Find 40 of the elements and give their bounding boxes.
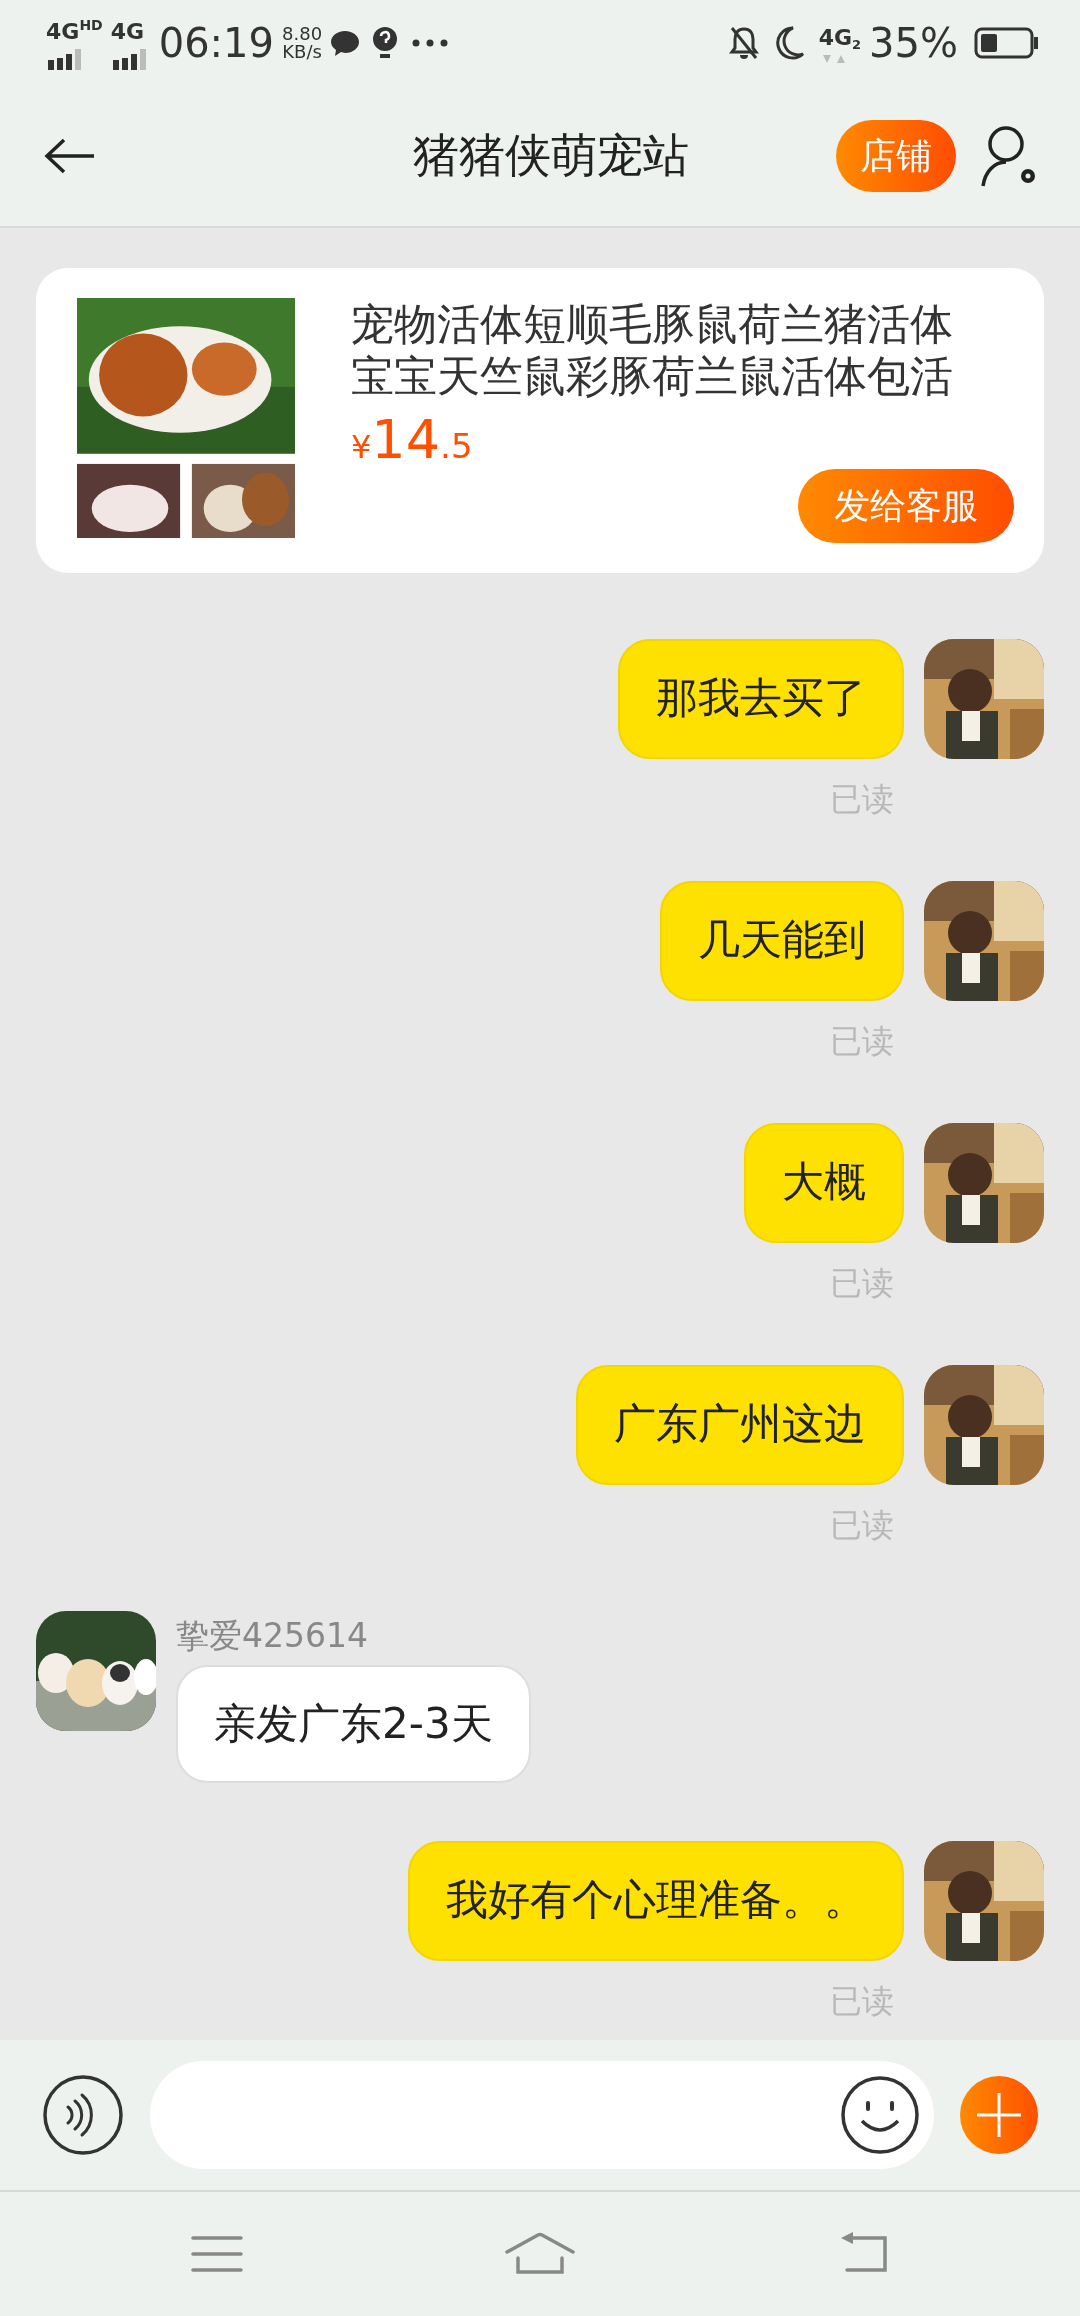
- sender-name: 挚爱425614: [176, 1615, 369, 1658]
- message-bubble: 亲发广东2-3天: [176, 1664, 531, 1783]
- plus-icon: [960, 2076, 1038, 2154]
- message-bubble: 我好有个心理准备。。: [408, 1840, 904, 1961]
- network-label: 4G: [46, 18, 80, 46]
- product-title: 宠物活体短顺毛豚鼠荷兰猪活体宝宝天竺鼠彩豚荷兰鼠活体包活: [351, 298, 954, 402]
- message-bubble: 大概: [744, 1123, 904, 1244]
- message-bubble: 几天能到: [660, 881, 904, 1002]
- smiley-icon: [840, 2075, 920, 2155]
- network-label: HD: [79, 16, 103, 35]
- emoji-button[interactable]: [840, 2075, 920, 2155]
- help-icon: [372, 26, 399, 59]
- network-label: 2: [852, 35, 862, 54]
- speed-unit: KB/s: [282, 42, 323, 61]
- back-arrow-icon: [44, 137, 96, 174]
- menu-icon: [190, 2235, 243, 2273]
- clock: 06:19: [158, 18, 274, 68]
- home-icon: [504, 2232, 576, 2276]
- battery-icon: [974, 26, 1040, 59]
- chat-title: 猪猪侠萌宠站: [412, 127, 690, 184]
- product-price: ¥14.5: [351, 410, 474, 470]
- voice-button[interactable]: [42, 2074, 124, 2156]
- battery-percent: 35%: [869, 18, 958, 68]
- network-label: 4G: [818, 24, 853, 52]
- send-to-service-button[interactable]: 发给客服: [798, 469, 1014, 544]
- shop-button[interactable]: 店铺: [836, 119, 956, 192]
- back-button[interactable]: [44, 137, 96, 174]
- moon-icon: [774, 25, 805, 60]
- network-label: 4G: [110, 18, 145, 46]
- bell-off-icon: [728, 25, 759, 60]
- product-card[interactable]: 宠物活体短顺毛豚鼠荷兰猪活体宝宝天竺鼠彩豚荷兰鼠活体包活 ¥14.5 发给客服: [36, 268, 1044, 574]
- network-speed: 8.80: [282, 24, 323, 43]
- home-button[interactable]: [504, 2232, 576, 2276]
- more-icon: [412, 38, 449, 47]
- voice-icon: [42, 2074, 124, 2156]
- add-button[interactable]: [960, 2076, 1038, 2154]
- menu-button[interactable]: [190, 2235, 243, 2273]
- chat-bubble-icon: [330, 28, 361, 57]
- message-bubble: 那我去买了: [618, 639, 904, 760]
- message-bubble: 广东广州这边: [576, 1365, 904, 1486]
